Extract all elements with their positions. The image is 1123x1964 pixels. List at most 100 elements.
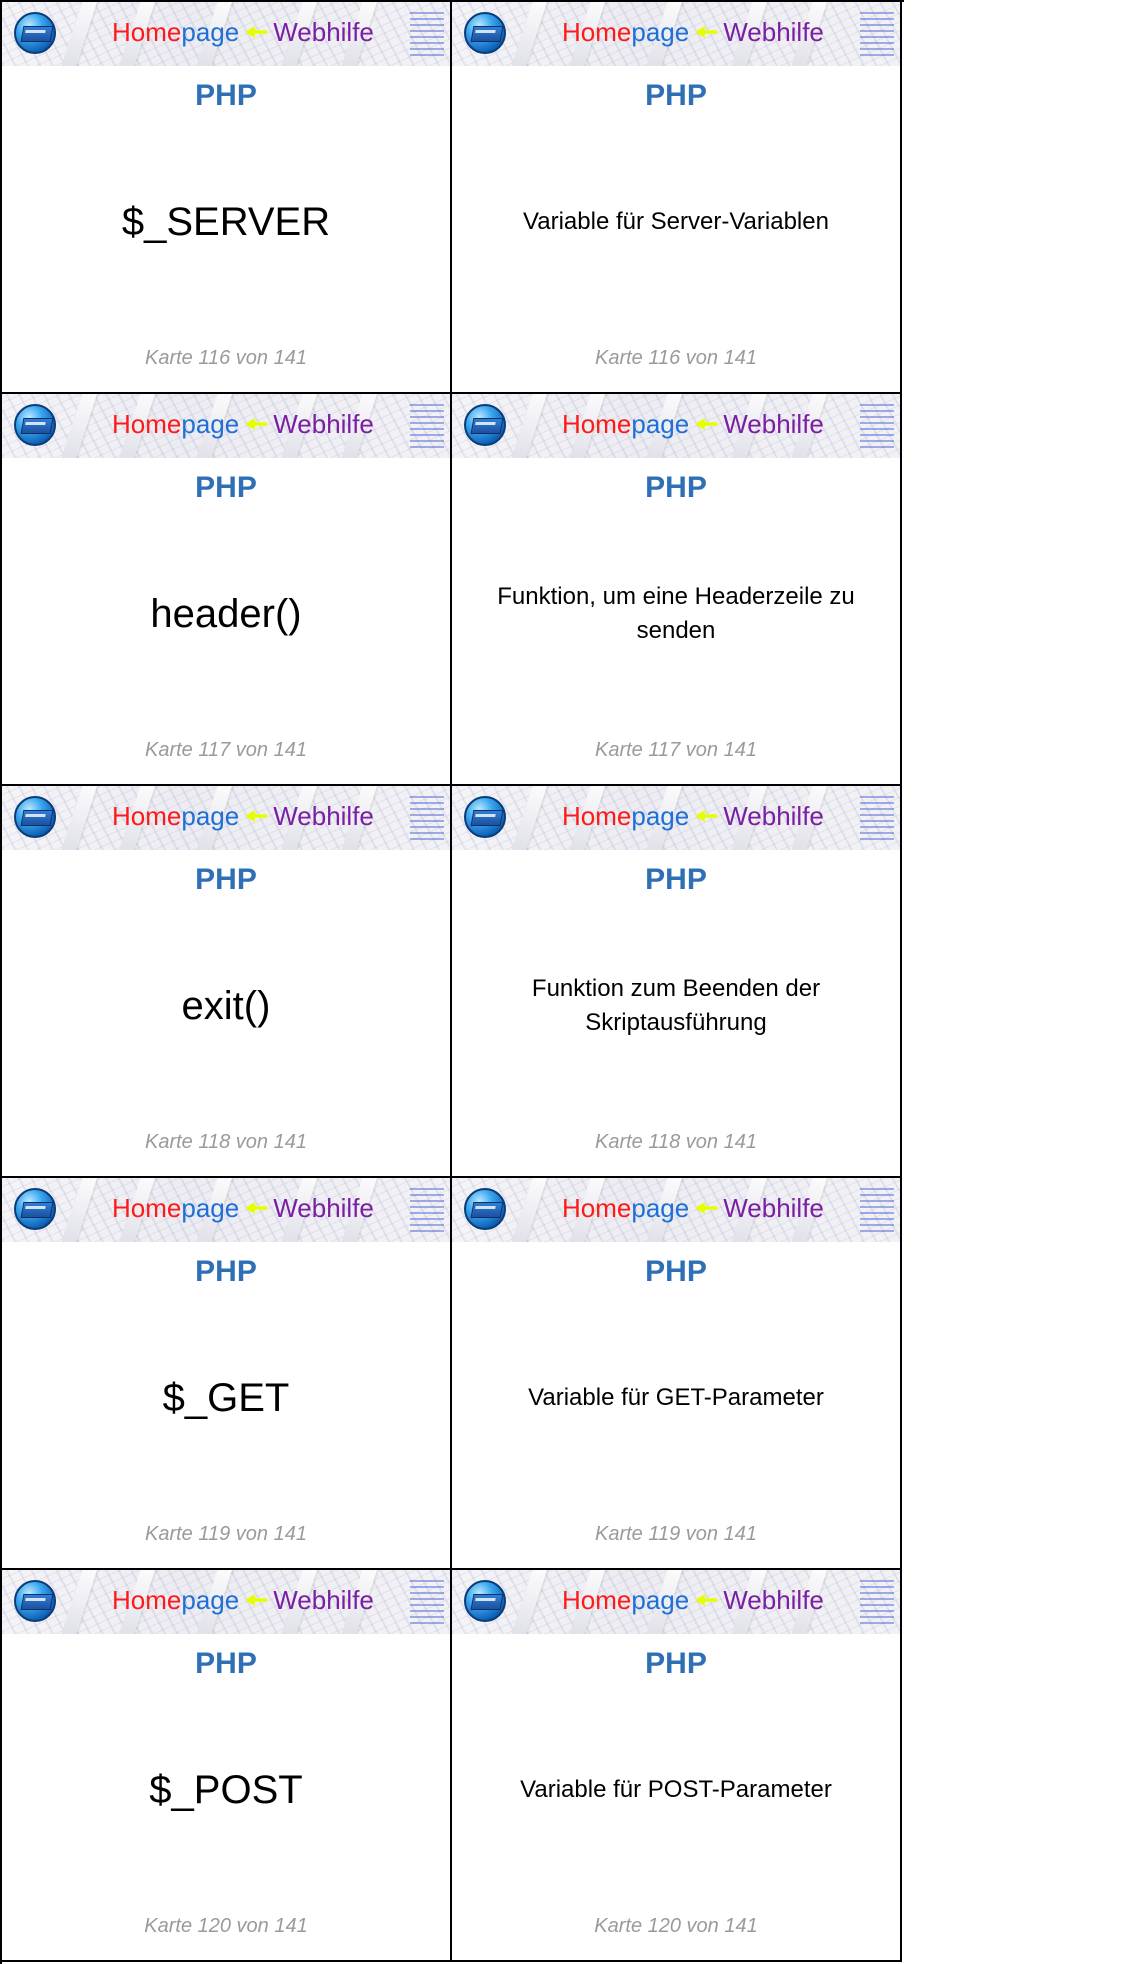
card-subject: PHP (195, 1255, 257, 1288)
arrow-icon (695, 26, 717, 38)
brand-logo-text: Homepage Webhilfe (112, 800, 374, 832)
brand-page: page (631, 1193, 690, 1223)
card-banner: Homepage Webhilfe (452, 394, 900, 458)
brand-webhilfe: Webhilfe (723, 17, 824, 47)
card-banner: Homepage Webhilfe (452, 1570, 900, 1634)
card-subject: PHP (645, 863, 707, 896)
flashcard-front: Homepage Webhilfe PHP $_GET Karte 119 von 14… (2, 1178, 452, 1570)
card-banner: Homepage Webhilfe (2, 2, 450, 66)
card-footer: Karte 119 von 141 (145, 1523, 307, 1545)
brand-logo-text: Homepage Webhilfe (562, 800, 824, 832)
flashcard-front: Homepage Webhilfe PHP header() Karte 117 von… (2, 394, 452, 786)
brand-home: Home (562, 17, 632, 47)
card-footer: Karte 116 von 141 (595, 347, 757, 369)
card-banner: Homepage Webhilfe (2, 1178, 450, 1242)
banner-document-lines (410, 796, 444, 840)
logo-box (20, 810, 54, 826)
flashcard-front: Homepage Webhilfe PHP exit() Karte 118 von 1… (2, 786, 452, 1178)
brand-logo-text: Homepage Webhilfe (112, 1584, 374, 1616)
flashcard-front: Homepage Webhilfe PHP $_SERVER Karte 116 von… (2, 2, 452, 394)
logo-box (470, 810, 504, 826)
banner-decoration (508, 394, 550, 458)
banner-document-lines (410, 1188, 444, 1232)
globe-icon (464, 1580, 506, 1622)
logo-box (470, 26, 504, 42)
logo-box (20, 418, 54, 434)
flashcard-row: Homepage Webhilfe PHP exit() Karte 118 von 1… (2, 786, 904, 1178)
card-banner: Homepage Webhilfe (452, 1178, 900, 1242)
globe-icon (14, 1188, 56, 1230)
globe-icon (464, 404, 506, 446)
banner-decoration (508, 1178, 550, 1242)
card-footer: Karte 118 von 141 (145, 1131, 307, 1153)
flashcard-row: Homepage Webhilfe PHP $_GET Karte 119 von 14… (2, 1178, 904, 1570)
card-term: header() (150, 592, 302, 636)
banner-document-lines (410, 12, 444, 56)
card-subject: PHP (195, 863, 257, 896)
brand-logo-text: Homepage Webhilfe (562, 16, 824, 48)
brand-logo-text: Homepage Webhilfe (112, 16, 374, 48)
card-footer: Karte 120 von 141 (144, 1915, 308, 1937)
logo-box (20, 26, 54, 42)
card-definition: Funktion zum Beenden der Skriptausführun… (531, 975, 821, 1036)
card-term: $_GET (162, 1376, 290, 1420)
brand-webhilfe: Webhilfe (273, 801, 374, 831)
brand-logo-text: Homepage Webhilfe (562, 1192, 824, 1224)
globe-icon (464, 1188, 506, 1230)
card-banner: Homepage Webhilfe (452, 2, 900, 66)
brand-home: Home (562, 1585, 632, 1615)
arrow-icon (245, 418, 267, 430)
brand-home: Home (112, 801, 182, 831)
globe-icon (464, 12, 506, 54)
brand-home: Home (112, 409, 182, 439)
banner-decoration (58, 1570, 100, 1634)
card-subject: PHP (645, 1647, 707, 1680)
card-footer: Karte 120 von 141 (594, 1915, 758, 1937)
brand-logo-text: Homepage Webhilfe (562, 408, 824, 440)
banner-decoration (58, 394, 100, 458)
brand-page: page (181, 1585, 240, 1615)
arrow-icon (695, 1594, 717, 1606)
banner-decoration (508, 1570, 550, 1634)
brand-webhilfe: Webhilfe (273, 1193, 374, 1223)
banner-document-lines (860, 796, 894, 840)
card-banner: Homepage Webhilfe (452, 786, 900, 850)
brand-webhilfe: Webhilfe (723, 1585, 824, 1615)
card-banner: Homepage Webhilfe (2, 1570, 450, 1634)
globe-icon (14, 1580, 56, 1622)
logo-box (470, 1202, 504, 1218)
globe-icon (14, 12, 56, 54)
flashcard-sheet: Homepage Webhilfe PHP $_SERVER Karte 116 von… (0, 0, 904, 1964)
brand-webhilfe: Webhilfe (273, 409, 374, 439)
brand-home: Home (112, 17, 182, 47)
card-footer: Karte 119 von 141 (595, 1523, 757, 1545)
flashcard-back: Homepage Webhilfe PHP Funktion, um eine Hea… (452, 394, 902, 786)
brand-home: Home (112, 1585, 182, 1615)
card-footer: Karte 116 von 141 (145, 347, 307, 369)
brand-logo-text: Homepage Webhilfe (112, 408, 374, 440)
brand-page: page (181, 1193, 240, 1223)
banner-document-lines (860, 1188, 894, 1232)
brand-home: Home (562, 409, 632, 439)
banner-decoration (508, 786, 550, 850)
arrow-icon (245, 1202, 267, 1214)
card-definition: Variable für Server-Variablen (523, 208, 829, 235)
banner-decoration (58, 2, 100, 66)
brand-page: page (181, 801, 240, 831)
arrow-icon (695, 810, 717, 822)
banner-document-lines (410, 404, 444, 448)
brand-logo-text: Homepage Webhilfe (112, 1192, 374, 1224)
card-definition: Funktion, um eine Headerzeile zu senden (497, 583, 855, 644)
banner-document-lines (860, 12, 894, 56)
brand-page: page (631, 801, 690, 831)
arrow-icon (245, 1594, 267, 1606)
banner-document-lines (860, 404, 894, 448)
brand-page: page (631, 1585, 690, 1615)
flashcard-row: Homepage Webhilfe PHP $_POST Karte 120 von 1… (2, 1570, 904, 1962)
globe-icon (464, 796, 506, 838)
banner-document-lines (410, 1580, 444, 1624)
card-banner: Homepage Webhilfe (2, 394, 450, 458)
flashcard-row: Homepage Webhilfe PHP header() Karte 117 von… (2, 394, 904, 786)
flashcard-row: Homepage Webhilfe PHP $_SERVER Karte 116 von… (2, 2, 904, 394)
brand-home: Home (562, 1193, 632, 1223)
